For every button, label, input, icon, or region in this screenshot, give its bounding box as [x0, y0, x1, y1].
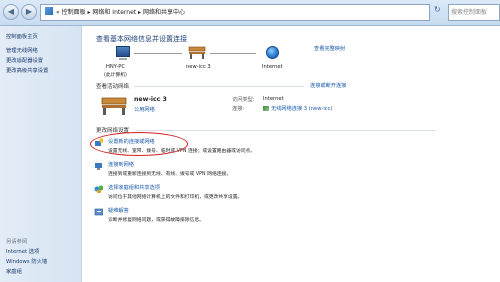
task-connect-network-desc: 连接到或重新连接到无线、有线、拨号或 VPN 网络连接。: [108, 172, 232, 177]
map-network-label: new-icc 3: [186, 64, 211, 70]
highlight-oval: [90, 132, 188, 156]
connections-label: 连接:: [232, 106, 245, 112]
see-full-map-link[interactable]: 查看完整映射: [314, 45, 345, 52]
troubleshoot-icon[interactable]: [94, 207, 103, 216]
globe-icon[interactable]: [266, 46, 279, 59]
network-name: new-icc 3: [134, 96, 167, 103]
task-troubleshoot-link[interactable]: 疑难解答: [108, 207, 129, 214]
search-input[interactable]: 搜索控制面板: [448, 4, 500, 21]
network-type-link[interactable]: 公用网络: [134, 106, 155, 113]
divider: [136, 130, 436, 131]
computer-base: [119, 58, 127, 60]
bench-icon[interactable]: [188, 45, 206, 59]
divider: [134, 86, 304, 87]
sidebar-item-manage-wireless[interactable]: 管理无线网络: [6, 46, 38, 54]
map-connector: [210, 53, 256, 54]
connections-value-link[interactable]: 无线网络连接 3 (new-icc): [263, 105, 333, 112]
refresh-icon[interactable]: ↻: [434, 5, 444, 19]
homegroup-icon[interactable]: [94, 184, 103, 193]
sidebar-item-adapter-settings[interactable]: 更改适配器设置: [6, 56, 43, 64]
sidebar-item-firewall[interactable]: Windows 防火墙: [6, 257, 47, 265]
map-internet-label: Internet: [262, 64, 283, 70]
control-panel-icon: [45, 7, 53, 15]
task-connect-network-link[interactable]: 连接到网络: [108, 161, 134, 168]
access-type-label: 访问类型:: [232, 97, 255, 103]
address-bar: ◀ ▶ « 控制面板 ▸ 网络和 Internet ▸ 网络和共享中心 ↻ 搜索…: [0, 0, 500, 26]
map-connector: [134, 53, 182, 54]
see-also-heading: 另请参阅: [6, 239, 28, 245]
task-homegroup-desc: 访问位于其他网络计算机上的文件和打印机，或更改共享设置。: [108, 195, 243, 200]
connections-value-text: 无线网络连接 3 (new-icc): [271, 106, 333, 112]
address-path[interactable]: « 控制面板 ▸ 网络和 Internet ▸ 网络和共享中心: [40, 4, 430, 21]
access-type-value: Internet: [263, 96, 284, 102]
sidebar: 控制面板主页 管理无线网络 更改适配器设置 更改高级共享设置 另请参阅 Inte…: [0, 26, 82, 282]
connect-disconnect-link[interactable]: 连接或断开连接: [310, 82, 346, 89]
wireless-signal-icon: [263, 106, 269, 111]
task-homegroup-link[interactable]: 选择家庭组和共享选项: [108, 184, 160, 191]
back-arrow-icon[interactable]: ◀: [3, 4, 19, 20]
task-troubleshoot-desc: 诊断并修复网络问题，或获得故障排除信息。: [108, 218, 204, 223]
active-networks-heading: 查看活动网络: [96, 84, 130, 90]
sidebar-item-advanced-sharing[interactable]: 更改高级共享设置: [6, 66, 48, 74]
address-path-text: « 控制面板 ▸ 网络和 Internet ▸ 网络和共享中心: [56, 9, 185, 16]
sidebar-item-home[interactable]: 控制面板主页: [6, 32, 38, 40]
sidebar-item-homegroup[interactable]: 家庭组: [6, 267, 22, 275]
sidebar-item-internet-options[interactable]: Internet 选项: [6, 247, 39, 255]
map-computer-label: HNY-PC: [106, 64, 125, 70]
connect-network-icon[interactable]: [94, 161, 103, 170]
map-computer-sub: (此计算机): [104, 73, 127, 78]
main-content: 查看基本网络信息并设置连接 查看完整映射 HNY-PC (此计算机) new-i…: [82, 26, 500, 282]
computer-icon[interactable]: [116, 46, 130, 57]
page-title: 查看基本网络信息并设置连接: [96, 35, 187, 43]
forward-arrow-icon[interactable]: ▶: [21, 4, 37, 20]
bench-icon: [101, 97, 127, 115]
